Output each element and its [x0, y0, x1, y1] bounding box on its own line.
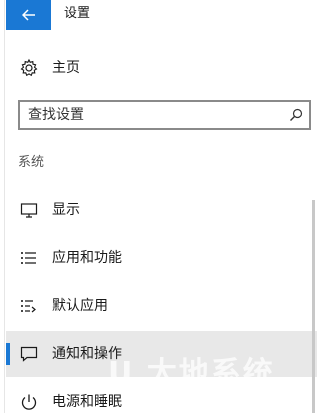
- title-bar: 设置: [6, 0, 317, 30]
- apps-list-icon: [21, 252, 36, 264]
- nav-item-label: 通知和操作: [52, 346, 122, 362]
- search-icon[interactable]: [289, 108, 303, 122]
- home-nav-item[interactable]: 主页: [6, 52, 317, 84]
- selection-indicator: [6, 343, 10, 365]
- scrollbar[interactable]: [312, 200, 315, 413]
- search-box[interactable]: [18, 100, 311, 130]
- notification-icon: [20, 346, 38, 362]
- section-heading: 系统: [18, 155, 45, 170]
- nav-item-apps[interactable]: 应用和功能: [6, 235, 317, 281]
- power-icon: [21, 394, 37, 410]
- back-button[interactable]: [6, 0, 51, 30]
- nav-item-default-apps[interactable]: 默认应用: [6, 283, 317, 329]
- window-left-edge: [0, 0, 5, 413]
- search-input[interactable]: [28, 105, 278, 125]
- nav-item-notifications[interactable]: 通知和操作: [6, 331, 317, 377]
- window-title: 设置: [64, 6, 91, 21]
- default-apps-icon: [21, 300, 36, 313]
- nav-item-label: 电源和睡眠: [52, 394, 122, 410]
- nav-item-label: 显示: [52, 202, 80, 218]
- back-arrow-icon: [21, 9, 35, 21]
- display-icon: [20, 203, 38, 218]
- nav-item-label: 应用和功能: [52, 250, 122, 266]
- home-label: 主页: [52, 60, 80, 76]
- nav-item-label: 默认应用: [52, 298, 108, 314]
- gear-icon: [20, 58, 38, 77]
- nav-item-display[interactable]: 显示: [6, 187, 317, 233]
- settings-window: 设置 主页 系统 显示 应用和功能: [0, 0, 317, 413]
- nav-item-power[interactable]: 电源和睡眠: [6, 379, 317, 413]
